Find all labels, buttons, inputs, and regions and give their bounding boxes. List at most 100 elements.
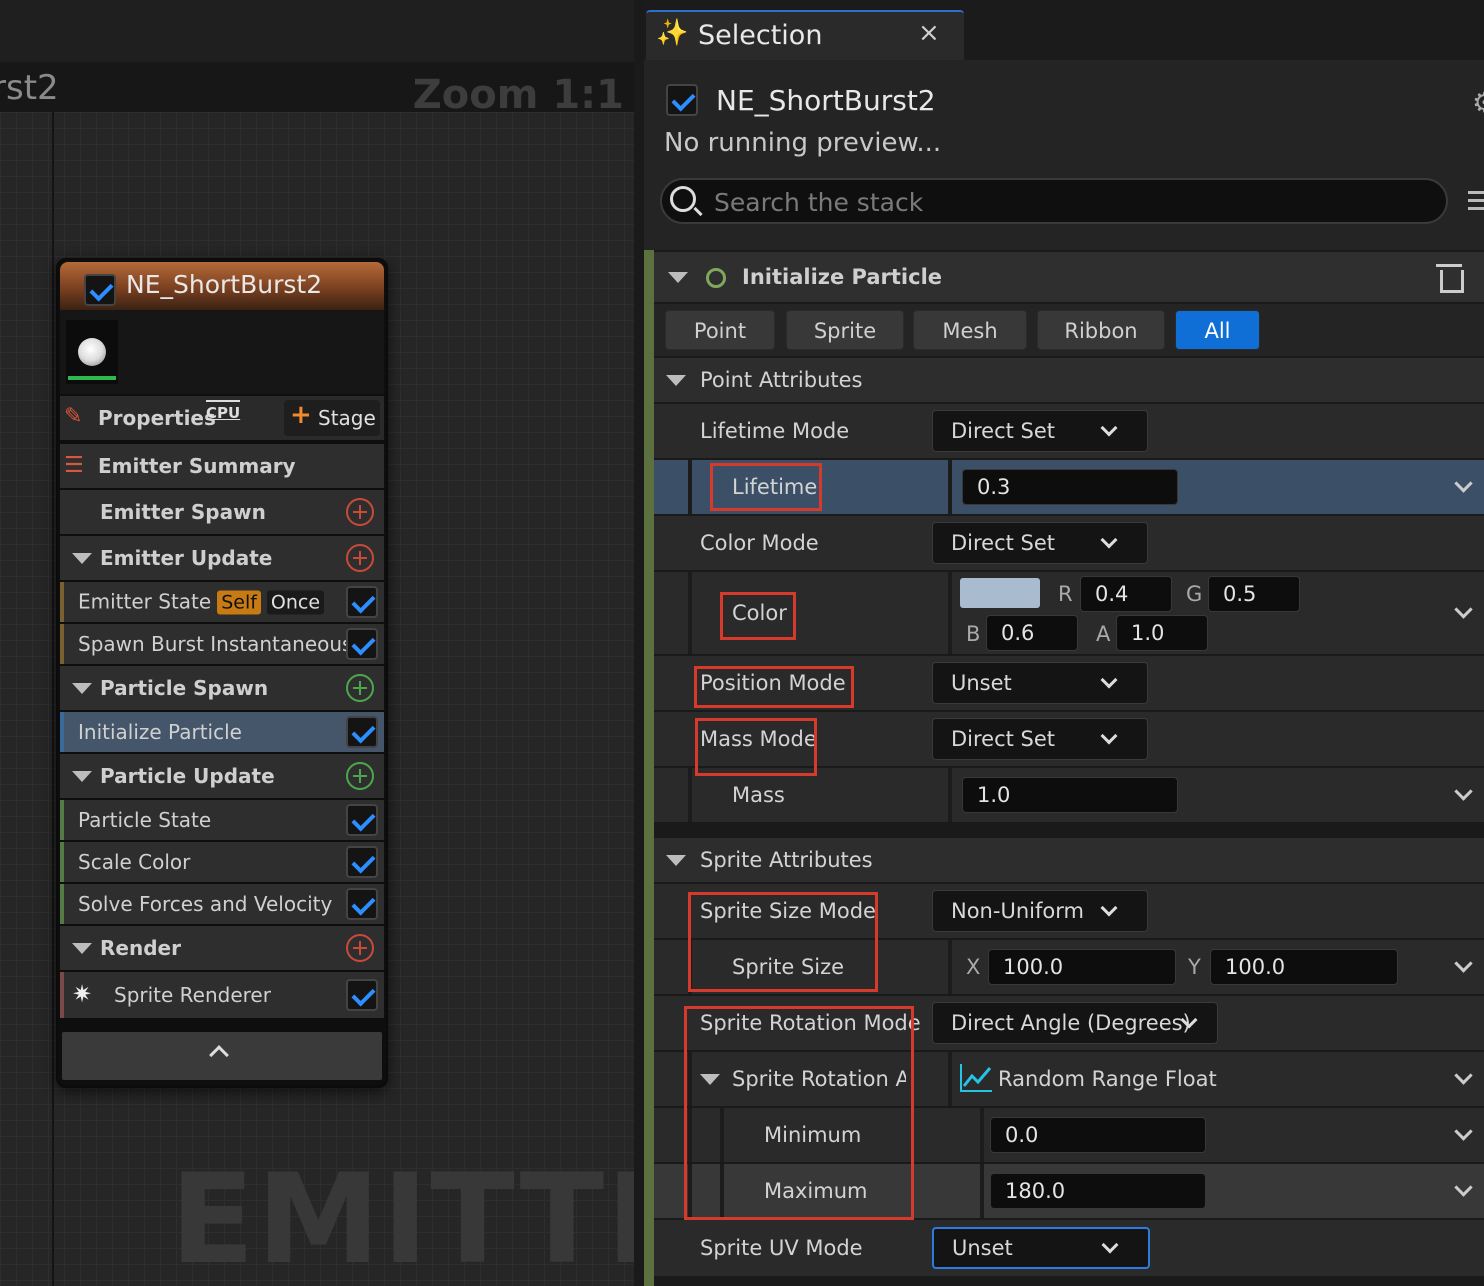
collapse-arrow-icon[interactable]	[72, 943, 92, 954]
scale-color-module[interactable]: Scale Color	[60, 842, 384, 882]
node-header[interactable]: NE_ShortBurst2	[60, 262, 384, 310]
sprite-rotation-mode-dropdown[interactable]: Direct Angle (Degrees)	[932, 1002, 1218, 1044]
thumbnail-status-bar	[68, 376, 116, 380]
emitter-state-label: Emitter State Self Once	[78, 590, 325, 615]
curve-graph-icon[interactable]	[960, 1064, 992, 1092]
tab-bar: ✨ Selection ×	[644, 0, 1484, 60]
close-icon[interactable]: ×	[918, 18, 940, 48]
chevron-down-icon[interactable]	[1454, 474, 1473, 493]
chevron-down-icon[interactable]	[1454, 1066, 1473, 1085]
chevron-down-icon[interactable]	[1454, 600, 1473, 619]
emitter-thumbnail[interactable]	[66, 320, 118, 384]
add-renderer-icon[interactable]	[346, 934, 374, 962]
spawn-burst-module[interactable]: Spawn Burst Instantaneous	[60, 624, 384, 664]
add-module-icon[interactable]	[346, 762, 374, 790]
initialize-particle-module[interactable]: Initialize Particle	[60, 712, 384, 752]
chevron-down-icon[interactable]	[1454, 1178, 1473, 1197]
color-a-input[interactable]: 1.0	[1116, 615, 1208, 651]
mass-row: Mass 1.0	[654, 768, 1484, 822]
collapse-arrow-icon[interactable]	[666, 375, 686, 386]
search-input[interactable]	[714, 184, 1414, 220]
stage-label: Stage	[318, 406, 376, 430]
node-enable-checkbox[interactable]	[84, 274, 116, 306]
color-mode-dropdown[interactable]: Direct Set	[932, 522, 1148, 564]
rotation-angle-value[interactable]: Random Range Float	[998, 1067, 1217, 1091]
add-module-icon[interactable]	[346, 544, 374, 572]
particle-state-label: Particle State	[78, 808, 212, 832]
emitter-enable-checkbox[interactable]	[666, 84, 698, 116]
sprite-attributes-category[interactable]: Sprite Attributes	[654, 838, 1484, 882]
sprite-uv-mode-dropdown[interactable]: Unset	[932, 1227, 1150, 1269]
point-attributes-category[interactable]: Point Attributes	[654, 358, 1484, 402]
mass-input[interactable]: 1.0	[962, 777, 1178, 813]
chevron-down-icon[interactable]	[1454, 954, 1473, 973]
color-g-input[interactable]: 0.5	[1208, 576, 1300, 612]
sprite-renderer-module[interactable]: ✷ Sprite Renderer	[60, 972, 384, 1018]
particle-preview-icon	[78, 338, 106, 366]
emitter-update-row[interactable]: Emitter Update	[60, 536, 384, 580]
collapse-node-button[interactable]	[62, 1032, 382, 1080]
g-axis-label: G	[1186, 582, 1203, 606]
stack-search-box[interactable]	[660, 178, 1448, 224]
module-color-strip	[644, 250, 654, 1286]
preview-status: No running preview...	[664, 128, 942, 158]
module-enable-checkbox[interactable]	[346, 628, 378, 660]
sprite-size-row: Sprite Size X 100.0 Y 100.0	[654, 940, 1484, 994]
emitter-summary-row[interactable]: ☰ Emitter Summary	[60, 444, 384, 488]
lifetime-input[interactable]: 0.3	[962, 469, 1178, 505]
gear-icon[interactable]: ⚙	[1472, 86, 1484, 119]
panel-divider[interactable]	[634, 0, 644, 1286]
filter-mesh-button[interactable]: Mesh	[913, 310, 1027, 350]
add-stage-button[interactable]: + Stage	[284, 400, 380, 436]
lifetime-mode-dropdown[interactable]: Direct Set	[932, 410, 1148, 452]
color-r-input[interactable]: 0.4	[1080, 576, 1172, 612]
mass-mode-dropdown[interactable]: Direct Set	[932, 718, 1148, 760]
filter-point-button[interactable]: Point	[665, 310, 775, 350]
filter-ribbon-button[interactable]: Ribbon	[1037, 310, 1165, 350]
filter-sprite-button[interactable]: Sprite	[786, 310, 904, 350]
collapse-arrow-icon[interactable]	[72, 771, 92, 782]
maximum-row: Maximum 180.0	[654, 1164, 1484, 1218]
module-enable-checkbox[interactable]	[346, 846, 378, 878]
module-enable-checkbox[interactable]	[346, 804, 378, 836]
add-module-icon[interactable]	[346, 498, 374, 526]
chevron-down-icon[interactable]	[1454, 782, 1473, 801]
particle-update-row[interactable]: Particle Update	[60, 754, 384, 798]
module-enable-checkbox[interactable]	[346, 586, 378, 618]
emitter-state-module[interactable]: Emitter State Self Once	[60, 582, 384, 622]
render-row[interactable]: Render	[60, 926, 384, 970]
chevron-down-icon[interactable]	[1454, 1122, 1473, 1141]
color-b-input[interactable]: 0.6	[986, 615, 1078, 651]
add-module-icon[interactable]	[346, 674, 374, 702]
emitter-graph[interactable]: rst2 Zoom 1:1 EMITTER NE_ShortBurst2 ✎ P…	[0, 0, 634, 1286]
emitter-spawn-row[interactable]: Emitter Spawn	[60, 490, 384, 534]
collapse-arrow-icon[interactable]	[668, 272, 688, 283]
filter-menu-icon[interactable]	[1468, 186, 1484, 216]
initialize-particle-header[interactable]: Initialize Particle	[654, 252, 1484, 302]
module-enable-checkbox[interactable]	[346, 716, 378, 748]
maximum-input[interactable]: 180.0	[990, 1173, 1206, 1209]
chevron-down-icon	[1100, 727, 1118, 745]
trash-icon[interactable]	[1436, 262, 1464, 293]
mass-mode-row: Mass Mode Direct Set	[654, 712, 1484, 766]
filter-all-button[interactable]: All	[1175, 310, 1260, 350]
color-swatch[interactable]	[960, 578, 1040, 608]
sprite-size-mode-dropdown[interactable]: Non-Uniform	[932, 890, 1148, 932]
emitter-node[interactable]: NE_ShortBurst2 ✎ Properties CPU + Stage …	[56, 258, 388, 1088]
particle-spawn-row[interactable]: Particle Spawn	[60, 666, 384, 710]
collapse-arrow-icon[interactable]	[700, 1074, 720, 1085]
module-enable-checkbox[interactable]	[346, 979, 378, 1011]
collapse-arrow-icon[interactable]	[72, 553, 92, 564]
sprite-size-x-input[interactable]: 100.0	[988, 949, 1176, 985]
tab-selection[interactable]: ✨ Selection ×	[646, 10, 964, 60]
collapse-arrow-icon[interactable]	[72, 683, 92, 694]
properties-label: Properties	[98, 406, 216, 430]
sprite-size-y-input[interactable]: 100.0	[1210, 949, 1398, 985]
solve-forces-module[interactable]: Solve Forces and Velocity	[60, 884, 384, 924]
module-enable-checkbox[interactable]	[346, 888, 378, 920]
particle-state-module[interactable]: Particle State	[60, 800, 384, 840]
position-mode-dropdown[interactable]: Unset	[932, 662, 1148, 704]
properties-row[interactable]: ✎ Properties CPU + Stage	[60, 396, 384, 440]
collapse-arrow-icon[interactable]	[666, 855, 686, 866]
minimum-input[interactable]: 0.0	[990, 1117, 1206, 1153]
